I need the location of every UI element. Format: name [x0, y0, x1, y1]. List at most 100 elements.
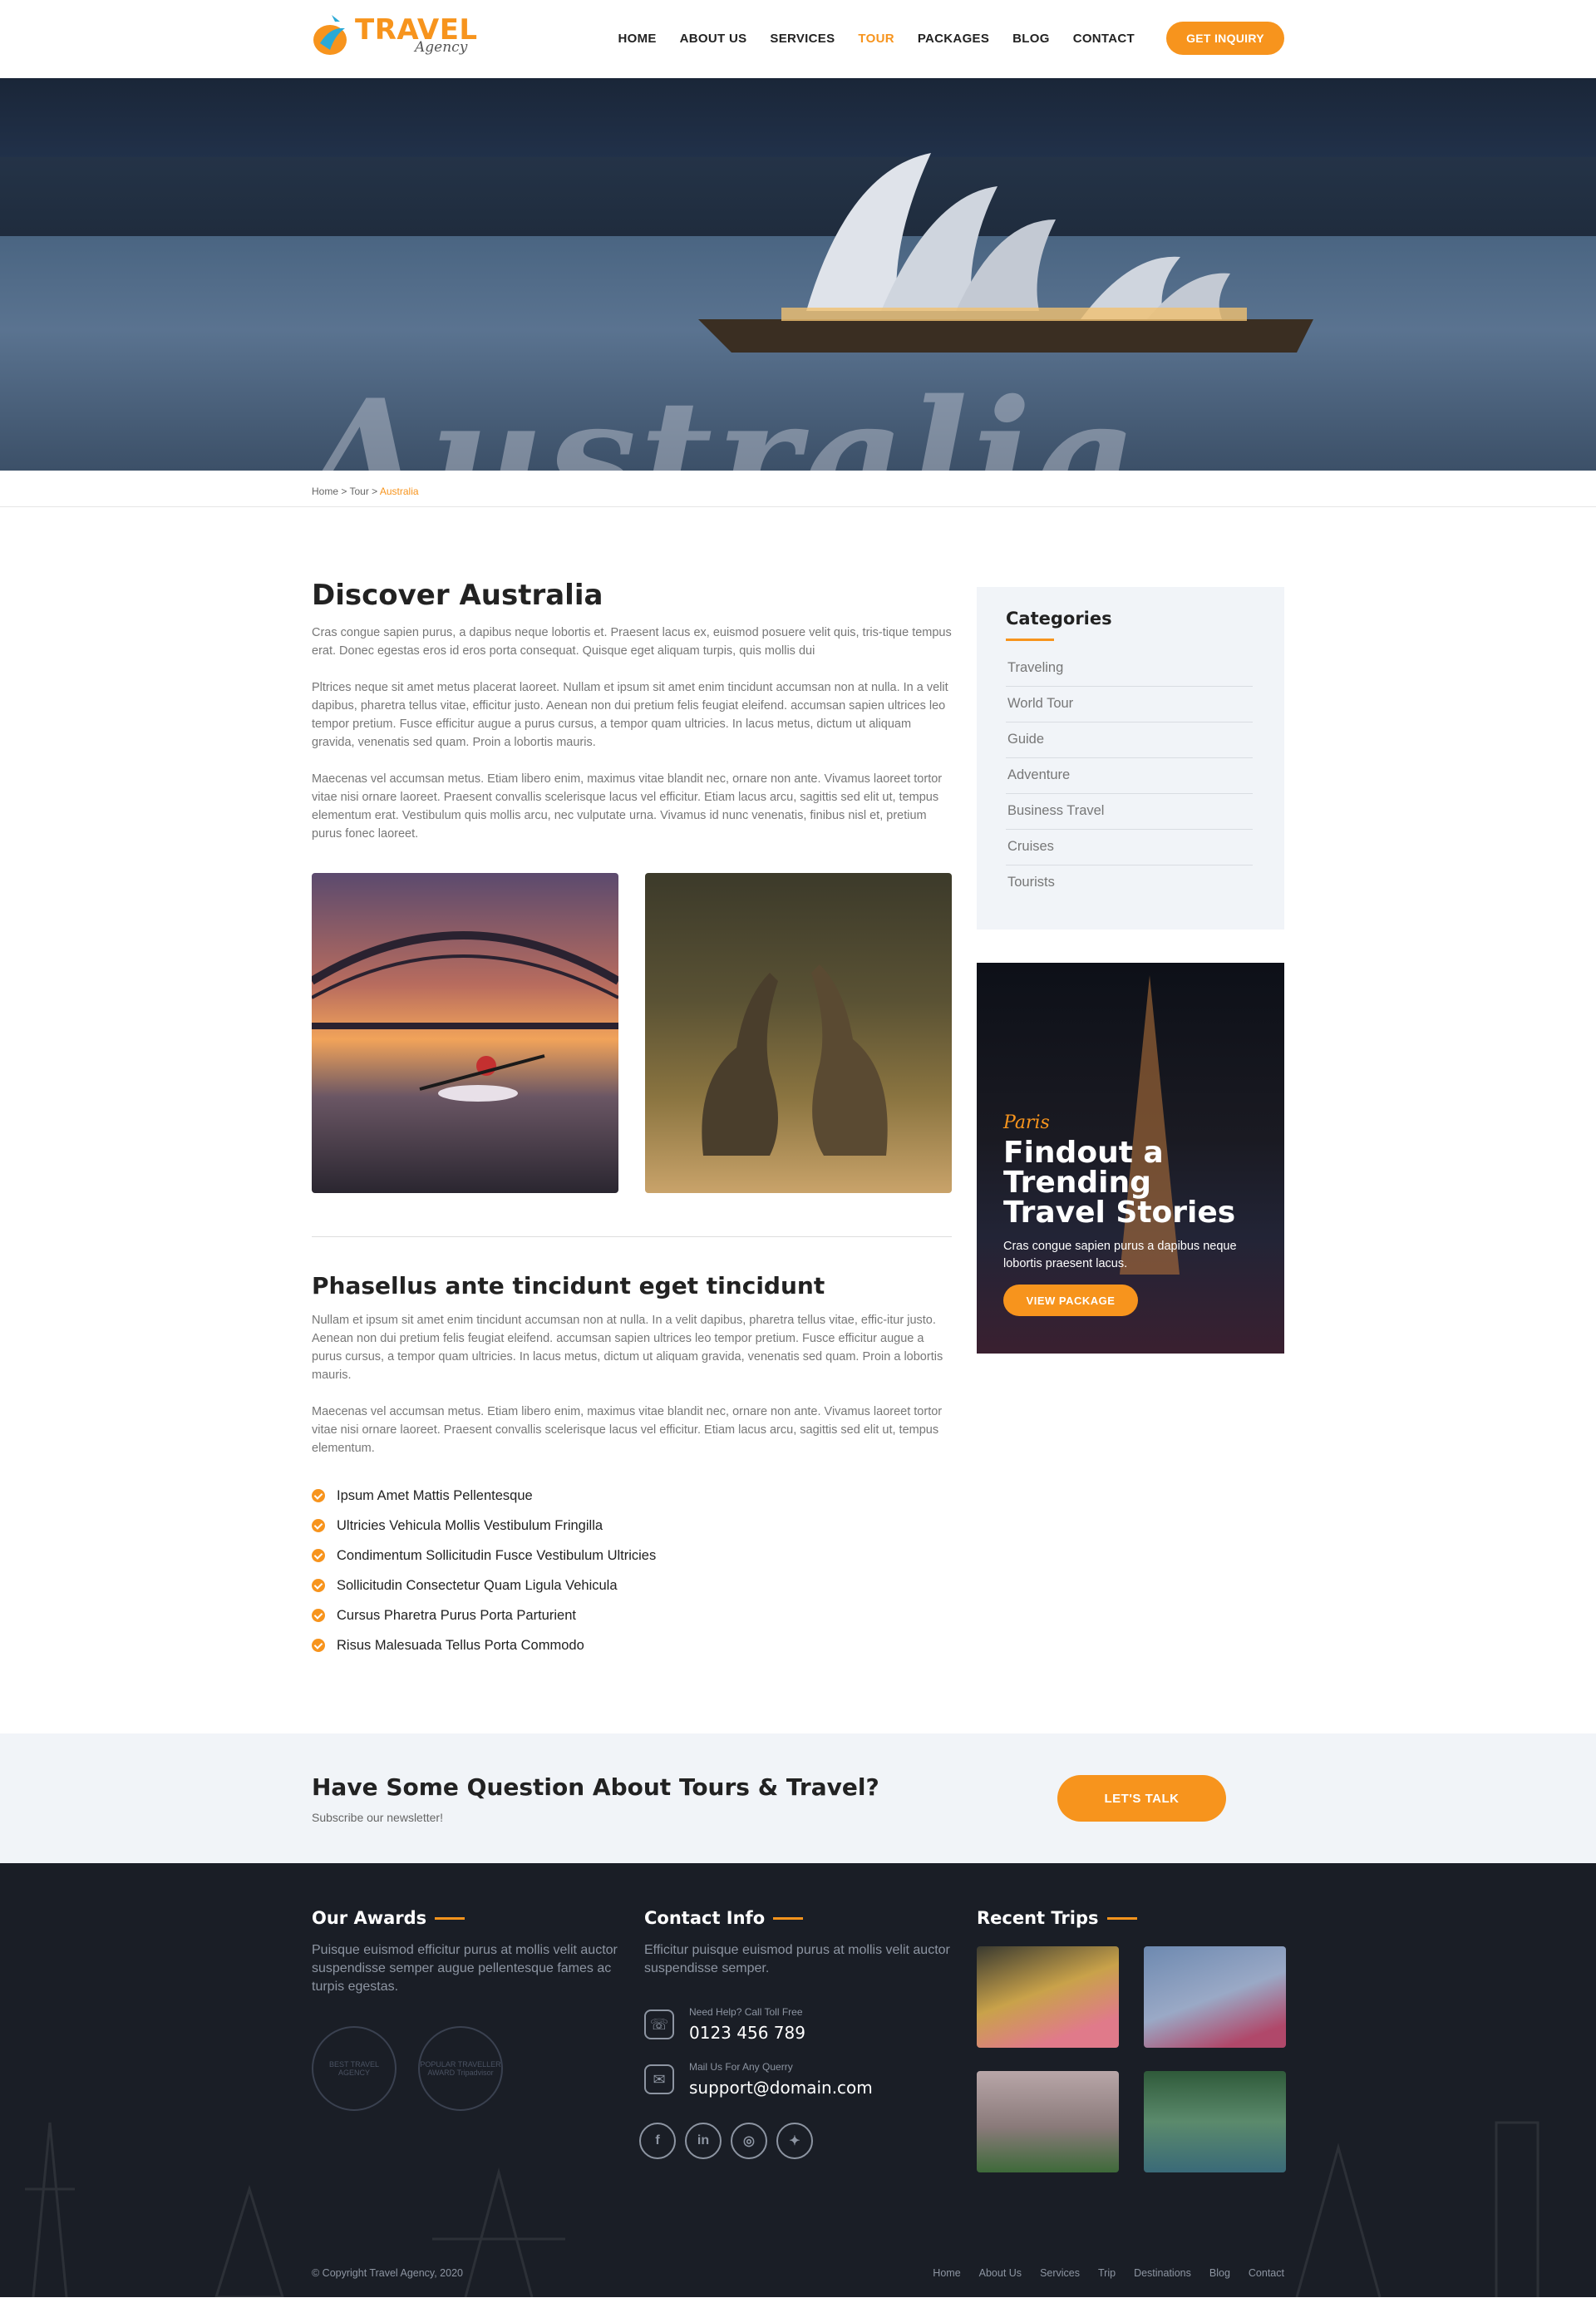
nav-about-us[interactable]: ABOUT US: [680, 32, 747, 46]
email-address[interactable]: support@domain.com: [689, 2078, 873, 2098]
check-circle-icon: [312, 1549, 325, 1562]
awards-column: Our Awards Puisque euismod efficitur pur…: [312, 1908, 619, 2111]
nav-contact[interactable]: CONTACT: [1073, 32, 1135, 46]
footer-link-about-us[interactable]: About Us: [979, 2267, 1022, 2279]
category-link-cruises[interactable]: Cruises: [1006, 830, 1253, 865]
breadcrumb: Home > Tour > Australia: [312, 471, 1284, 497]
checklist-item: Condimentum Sollicitudin Fusce Vestibulu…: [312, 1541, 952, 1571]
section-heading: Phasellus ante tincidunt eget tincidunt: [312, 1272, 825, 1299]
contact-text: Efficitur puisque euismod purus at molli…: [644, 1943, 950, 1975]
breadcrumb-home[interactable]: Home: [312, 486, 338, 497]
categories-title: Categories: [1006, 609, 1112, 629]
check-circle-icon: [312, 1519, 325, 1532]
email-contact: ✉ Mail Us For Any Querry support@domain.…: [644, 2061, 952, 2098]
trip-thumbnail-eiffel-tower[interactable]: [977, 2071, 1119, 2172]
category-link-adventure[interactable]: Adventure: [1006, 758, 1253, 794]
view-package-button[interactable]: VIEW PACKAGE: [1003, 1285, 1138, 1316]
check-circle-icon: [312, 1609, 325, 1622]
check-circle-icon: [312, 1639, 325, 1652]
recent-trips-column: Recent Trips: [977, 1908, 1286, 2172]
logo[interactable]: TRAVEL Agency: [312, 10, 478, 60]
trip-thumbnail-boat[interactable]: [1144, 2071, 1286, 2172]
linkedin-icon[interactable]: in: [685, 2123, 722, 2159]
photo-gallery: [312, 873, 952, 1193]
social-links: f in ◎ ✦: [639, 2123, 952, 2159]
footer-bottom-bar: © Copyright Travel Agency, 2020 Home Abo…: [312, 2251, 1284, 2297]
mail-label: Mail Us For Any Querry: [689, 2061, 793, 2073]
category-link-world-tour[interactable]: World Tour: [1006, 687, 1253, 722]
logo-icon: [312, 10, 352, 60]
footer-link-blog[interactable]: Blog: [1209, 2267, 1230, 2279]
nav-packages[interactable]: PACKAGES: [918, 32, 989, 46]
breadcrumb-current: Australia: [379, 486, 419, 497]
recent-trips-title: Recent Trips: [977, 1908, 1099, 1928]
section-divider: [312, 1236, 952, 1237]
nav-tour[interactable]: TOUR: [858, 32, 894, 46]
checklist-item: Sollicitudin Consectetur Quam Ligula Veh…: [312, 1571, 952, 1600]
footer-link-services[interactable]: Services: [1040, 2267, 1080, 2279]
site-header: TRAVEL Agency HOME ABOUT US SERVICES TOU…: [0, 0, 1596, 78]
promo-title: Findout a Trending Travel Stories: [1003, 1136, 1236, 1230]
contact-title: Contact Info: [644, 1908, 766, 1928]
breadcrumb-separator: >: [338, 486, 350, 497]
breadcrumb-tour[interactable]: Tour: [349, 486, 368, 497]
kangaroos-photo: [645, 873, 952, 1193]
body-paragraph: Maecenas vel accumsan metus. Etiam liber…: [312, 1405, 943, 1455]
hero-destination-word: Australia: [303, 365, 1140, 471]
footer-links: Home About Us Services Trip Destinations…: [914, 2267, 1284, 2279]
feature-checklist: Ipsum Amet Mattis Pellentesque Ultricies…: [312, 1481, 952, 1660]
sidebar: Categories Traveling World Tour Guide Ad…: [977, 587, 1284, 1354]
main-article: Discover Australia Cras congue sapien pu…: [312, 579, 952, 1660]
title-underline: [435, 1916, 466, 1920]
nav-services[interactable]: SERVICES: [770, 32, 835, 46]
checklist-item: Ultricies Vehicula Mollis Vestibulum Fri…: [312, 1511, 952, 1541]
page-title: Discover Australia: [312, 579, 603, 612]
award-badges: BEST TRAVEL AGENCY POPULAR TRAVELLER AWA…: [312, 2026, 619, 2111]
mail-icon: ✉: [644, 2064, 674, 2094]
category-link-traveling[interactable]: Traveling: [1006, 651, 1253, 687]
recent-trips-grid: [977, 1946, 1286, 2172]
breadcrumb-bar: Home > Tour > Australia: [0, 471, 1596, 507]
nav-home[interactable]: HOME: [618, 32, 656, 46]
paris-promo-card: Paris Findout a Trending Travel Stories …: [977, 963, 1284, 1354]
promo-kicker: Paris: [1003, 1112, 1050, 1133]
check-circle-icon: [312, 1579, 325, 1592]
newsletter-cta: Have Some Question About Tours & Travel?…: [0, 1733, 1596, 1863]
category-link-business-travel[interactable]: Business Travel: [1006, 794, 1253, 830]
phone-icon: ☏: [644, 2010, 674, 2039]
body-paragraph: Maecenas vel accumsan metus. Etiam liber…: [312, 772, 943, 841]
nav-blog[interactable]: BLOG: [1012, 32, 1050, 46]
footer-link-trip[interactable]: Trip: [1098, 2267, 1116, 2279]
checklist-item: Ipsum Amet Mattis Pellentesque: [312, 1481, 952, 1511]
check-circle-icon: [312, 1489, 325, 1502]
instagram-icon[interactable]: ◎: [731, 2123, 767, 2159]
promo-text: Cras congue sapien purus a dapibus neque…: [1003, 1240, 1237, 1270]
hero-banner: Australia: [0, 78, 1596, 471]
trip-thumbnail-tram[interactable]: [977, 1946, 1119, 2048]
site-footer: Our Awards Puisque euismod efficitur pur…: [0, 1863, 1596, 2297]
lets-talk-button[interactable]: LET'S TALK: [1057, 1775, 1226, 1822]
category-link-guide[interactable]: Guide: [1006, 722, 1253, 758]
checklist-item: Risus Malesuada Tellus Porta Commodo: [312, 1630, 952, 1660]
twitter-icon[interactable]: ✦: [776, 2123, 813, 2159]
cta-title: Have Some Question About Tours & Travel?: [312, 1773, 879, 1801]
body-paragraph: Pltrices neque sit amet metus placerat l…: [312, 681, 948, 749]
awards-text: Puisque euismod efficitur purus at molli…: [312, 1943, 618, 1994]
contact-column: Contact Info Efficitur puisque euismod p…: [639, 1908, 952, 2159]
award-badge-icon: BEST TRAVEL AGENCY: [312, 2026, 397, 2111]
get-inquiry-button[interactable]: GET INQUIRY: [1166, 22, 1284, 55]
title-underline: [1106, 1916, 1137, 1920]
footer-link-home[interactable]: Home: [933, 2267, 960, 2279]
award-badge-icon: POPULAR TRAVELLER AWARD Tripadvisor: [418, 2026, 503, 2111]
footer-link-contact[interactable]: Contact: [1249, 2267, 1284, 2279]
trip-thumbnail-ferris-wheel[interactable]: [1144, 1946, 1286, 2048]
facebook-icon[interactable]: f: [639, 2123, 676, 2159]
intro-paragraph: Cras congue sapien purus, a dapibus nequ…: [312, 626, 952, 658]
awards-title: Our Awards: [312, 1908, 427, 1928]
category-link-tourists[interactable]: Tourists: [1006, 865, 1253, 900]
phone-number[interactable]: 0123 456 789: [689, 2023, 805, 2043]
footer-link-destinations[interactable]: Destinations: [1134, 2267, 1191, 2279]
main-nav: HOME ABOUT US SERVICES TOUR PACKAGES BLO…: [594, 32, 1135, 46]
title-underline: [773, 1916, 804, 1920]
copyright: © Copyright Travel Agency, 2020: [312, 2267, 463, 2279]
